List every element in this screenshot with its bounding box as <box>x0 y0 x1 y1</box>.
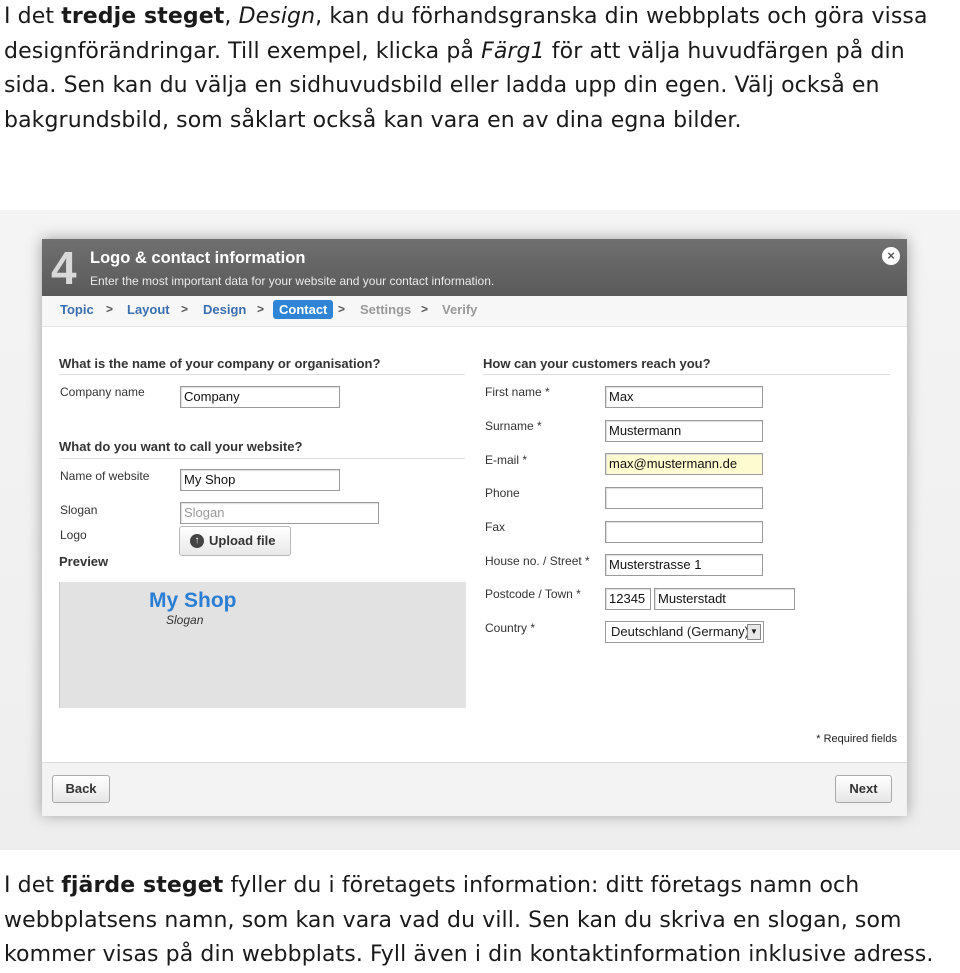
tab-layout[interactable]: Layout <box>127 302 170 317</box>
slogan-label: Slogan <box>60 503 98 517</box>
upload-file-label: Upload file <box>209 533 276 548</box>
email-input[interactable]: max@mustermann.de <box>605 453 763 475</box>
tab-settings[interactable]: Settings <box>360 302 411 317</box>
fax-label: Fax <box>485 520 506 534</box>
street-label: House no. / Street * <box>485 554 590 568</box>
preview-site-name: My Shop <box>149 589 237 612</box>
country-value: Deutschland (Germany) <box>611 624 749 639</box>
intro-text: I det <box>4 4 62 29</box>
intro-italic-design: Design <box>238 4 316 29</box>
surname-label: Surname * <box>485 419 542 433</box>
tab-contact[interactable]: Contact <box>273 300 334 319</box>
website-name-input[interactable]: My Shop <box>180 469 340 491</box>
next-button[interactable]: Next <box>835 775 892 803</box>
logo-label: Logo <box>60 528 87 542</box>
phone-input[interactable] <box>605 487 763 509</box>
divider <box>59 374 465 375</box>
postcode-town-label: Postcode / Town * <box>485 587 581 601</box>
breadcrumb: Topic > Layout > Design > Contact > Sett… <box>42 296 907 327</box>
street-input[interactable]: Musterstrasse 1 <box>605 554 763 576</box>
phone-label: Phone <box>485 486 520 500</box>
dialog-footer: Back Next <box>42 762 907 816</box>
dialog-header: 4 Logo & contact information Enter the m… <box>42 239 907 296</box>
intro-italic-color: Färg1 <box>481 38 545 64</box>
tab-topic[interactable]: Topic <box>60 302 94 317</box>
company-heading: What is the name of your company or orga… <box>59 356 381 371</box>
country-select[interactable]: Deutschland (Germany) ▼ <box>605 621 764 643</box>
town-input[interactable]: Musterstadt <box>654 588 795 610</box>
chevron-down-icon: ▼ <box>747 624 761 640</box>
upload-icon: ↑ <box>190 534 204 548</box>
preview-box <box>59 582 466 708</box>
outro-paragraph: I det fjärde steget fyller du i företage… <box>4 869 954 973</box>
divider <box>483 374 890 375</box>
contact-heading: How can your customers reach you? <box>483 356 711 371</box>
first-name-input[interactable]: Max <box>605 386 763 408</box>
dialog-subtitle: Enter the most important data for your w… <box>90 274 495 288</box>
intro-text: , <box>224 4 239 29</box>
postcode-input[interactable]: 12345 <box>605 588 651 610</box>
intro-bold-step: tredje steget <box>61 4 225 29</box>
dialog-title: Logo & contact information <box>90 249 306 267</box>
close-icon[interactable]: × <box>882 247 900 265</box>
email-label: E-mail * <box>485 453 528 467</box>
fax-input[interactable] <box>605 521 763 543</box>
company-name-input[interactable]: Company <box>180 386 340 408</box>
preview-slogan: Slogan <box>166 613 204 627</box>
website-name-label: Name of website <box>60 469 150 483</box>
outro-text: I det <box>4 873 62 898</box>
breadcrumb-separator: > <box>257 302 265 316</box>
surname-input[interactable]: Mustermann <box>605 420 763 442</box>
contact-dialog: 4 Logo & contact information Enter the m… <box>42 239 907 816</box>
tab-design[interactable]: Design <box>203 302 246 317</box>
website-heading: What do you want to call your website? <box>59 439 303 454</box>
tab-verify[interactable]: Verify <box>442 302 477 317</box>
breadcrumb-separator: > <box>106 302 114 316</box>
breadcrumb-separator: > <box>338 302 346 316</box>
first-name-label: First name * <box>485 385 550 399</box>
outro-bold-step: fjärde steget <box>61 873 224 898</box>
back-button[interactable]: Back <box>52 775 110 803</box>
slogan-input[interactable]: Slogan <box>180 502 379 524</box>
step-number: 4 <box>51 242 77 294</box>
company-name-label: Company name <box>60 385 145 399</box>
divider <box>59 458 465 459</box>
breadcrumb-separator: > <box>421 302 429 316</box>
preview-heading: Preview <box>59 554 109 569</box>
upload-file-button[interactable]: ↑ Upload file <box>179 526 291 556</box>
intro-paragraph: I det tredje steget, Design, kan du förh… <box>4 0 954 138</box>
country-label: Country * <box>485 621 536 635</box>
breadcrumb-separator: > <box>181 302 189 316</box>
required-fields-note: * Required fields <box>816 733 897 745</box>
